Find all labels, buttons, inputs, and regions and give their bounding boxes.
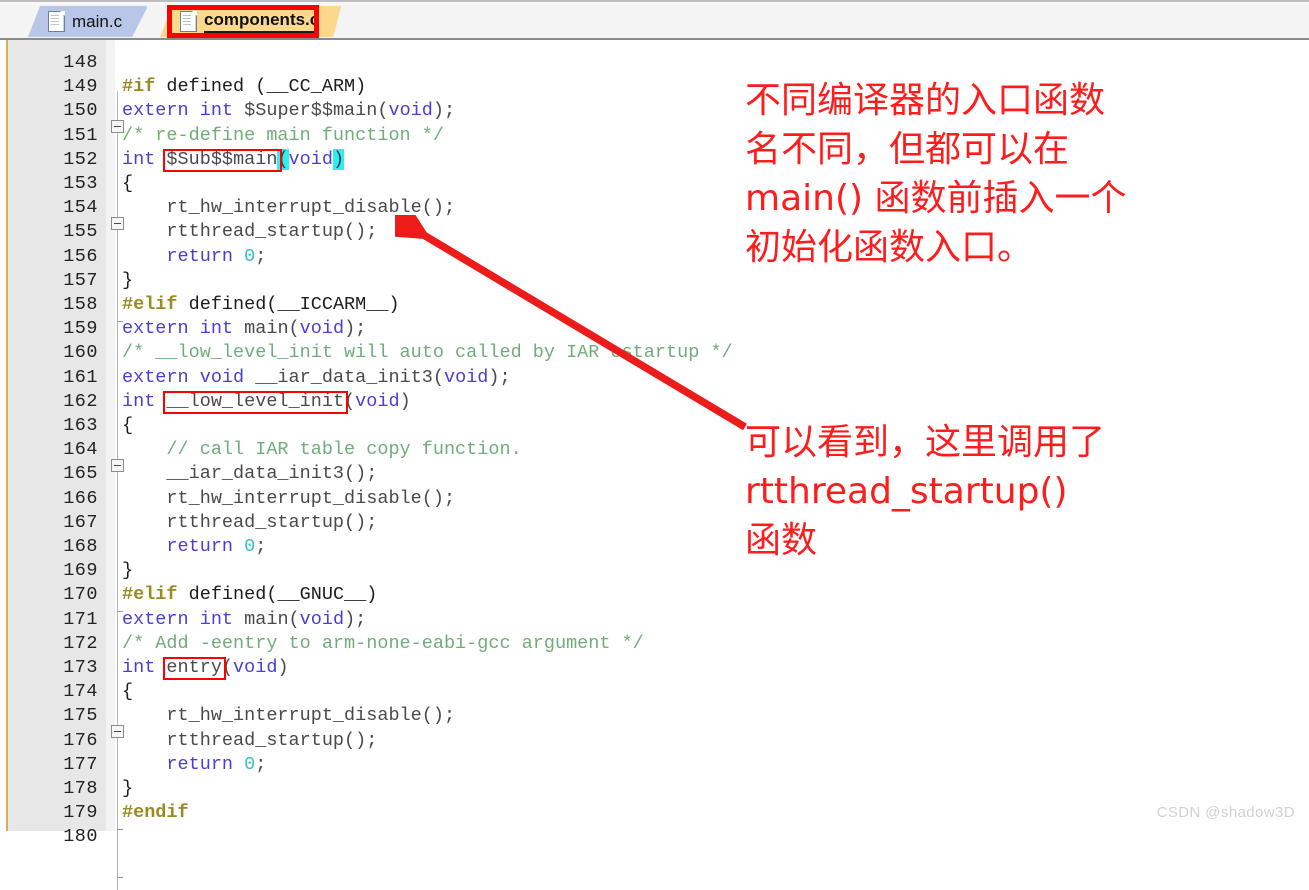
line-number: 172 — [63, 632, 98, 654]
callout-arrow — [395, 215, 747, 431]
tab-label: main.c — [72, 11, 123, 31]
code-text: #elif defined(__GNUC__) — [122, 584, 378, 606]
line-number: 179 — [63, 802, 98, 824]
line-number: 160 — [63, 342, 98, 364]
code-text: #endif — [122, 802, 189, 824]
code-text: } — [122, 269, 134, 291]
line-number: 150 — [63, 100, 98, 122]
low-level-init-symbol-box — [163, 390, 349, 414]
line-number: 167 — [63, 511, 98, 533]
watermark: CSDN @shadow3D — [1156, 804, 1295, 821]
code-line[interactable]: 171 extern int main(void); — [0, 608, 1240, 632]
code-text: rtthread_startup(); — [122, 221, 378, 243]
line-number: 162 — [63, 390, 98, 412]
entry-function-note: 不同编译器的入口函数 名不同，但都可以在 main() 函数前插入一个 初始化函… — [745, 80, 1127, 268]
code-text: rt_hw_interrupt_disable(); — [122, 705, 456, 727]
line-number: 155 — [63, 221, 98, 243]
code-line[interactable]: 174 { — [0, 680, 1240, 704]
code-line[interactable]: 170 #elif defined(__GNUC__) — [0, 583, 1240, 607]
tab-main-c[interactable]: main.c — [28, 6, 148, 37]
code-line[interactable]: 148 — [0, 51, 1240, 75]
line-number: 164 — [63, 439, 98, 461]
code-line[interactable]: 172 /* Add -eentry to arm-none-eabi-gcc a… — [0, 632, 1240, 656]
line-number: 154 — [63, 197, 98, 219]
line-number: 175 — [63, 705, 98, 727]
line-number: 166 — [63, 487, 98, 509]
active-tab-highlight-box — [167, 5, 319, 38]
line-number: 156 — [63, 245, 98, 267]
code-text: rt_hw_interrupt_disable(); — [122, 487, 456, 509]
line-number: 163 — [63, 415, 98, 436]
line-number: 176 — [63, 729, 98, 751]
sub-main-symbol-box — [163, 148, 282, 172]
entry-symbol-box — [163, 657, 227, 681]
line-number: 151 — [63, 124, 98, 146]
code-text: #elif defined(__ICCARM__) — [122, 294, 400, 315]
code-text: return 0; — [122, 753, 267, 775]
rtthread-startup-note: 可以看到，这里调用了 rtthread_startup() 函数 — [745, 422, 1106, 561]
code-text: { — [122, 173, 134, 194]
code-text: return 0; — [122, 245, 267, 267]
code-line[interactable]: 177 return 0; — [0, 753, 1240, 777]
line-number: 152 — [63, 148, 98, 170]
line-number: 178 — [63, 778, 98, 799]
line-number: 180 — [63, 826, 98, 848]
line-number: 158 — [63, 294, 98, 315]
code-text: #if defined (__CC_ARM) — [122, 76, 367, 98]
code-line[interactable]: 176 rtthread_startup(); — [0, 729, 1240, 753]
line-number: 173 — [63, 657, 98, 678]
code-line[interactable]: 175 rt_hw_interrupt_disable(); — [0, 704, 1240, 728]
code-text: extern int $Super$$main(void); — [122, 100, 456, 122]
line-number: 157 — [63, 269, 98, 291]
code-text: extern int main(void); — [122, 318, 367, 340]
line-number: 169 — [63, 560, 98, 582]
line-number: 153 — [63, 173, 98, 194]
line-number: 174 — [63, 681, 98, 703]
line-number: 148 — [63, 52, 98, 73]
line-number: 149 — [63, 76, 98, 98]
code-text: return 0; — [122, 536, 267, 557]
code-text: } — [122, 560, 134, 582]
code-text: extern int main(void); — [122, 608, 367, 630]
line-number: 159 — [63, 318, 98, 340]
code-text: { — [122, 681, 134, 703]
code-text: rtthread_startup(); — [122, 511, 378, 533]
line-number: 177 — [63, 753, 98, 775]
line-number: 165 — [63, 463, 98, 485]
code-line[interactable]: 178} — [0, 777, 1240, 801]
code-line[interactable]: 179 #endif — [0, 801, 1240, 825]
code-text: { — [122, 415, 134, 436]
code-text: /* Add -eentry to arm-none-eabi-gcc argu… — [122, 632, 644, 654]
code-line[interactable]: 180 — [0, 825, 1240, 849]
line-number: 170 — [63, 584, 98, 606]
code-text: // call IAR table copy function. — [122, 439, 522, 461]
line-number: 171 — [63, 608, 98, 630]
line-number: 161 — [63, 366, 98, 388]
code-text: __iar_data_init3(); — [122, 463, 378, 485]
code-text: rtthread_startup(); — [122, 729, 378, 751]
code-text: } — [122, 778, 134, 799]
document-icon — [48, 11, 65, 32]
line-number: 168 — [63, 536, 98, 557]
code-text: /* re-define main function */ — [122, 124, 444, 146]
fold-end-marker — [117, 877, 123, 879]
